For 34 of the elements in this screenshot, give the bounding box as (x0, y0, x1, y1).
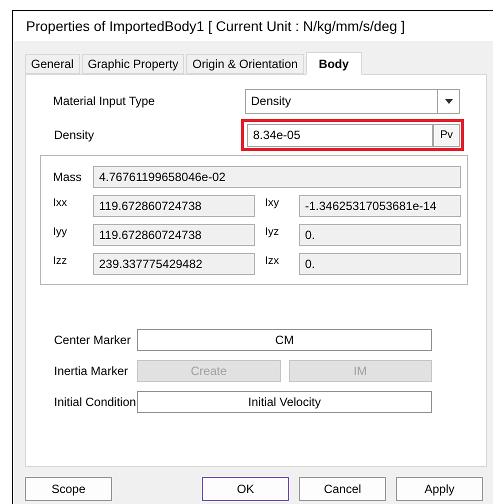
density-field[interactable]: 8.34e-05 (247, 124, 433, 146)
field-label: Material Input Type (52, 93, 156, 110)
read-only-field: 4.76761199658046e-02 (93, 166, 461, 188)
dialog-button[interactable]: Scope (25, 477, 112, 501)
dropdown-arrow-icon (444, 98, 452, 104)
tab[interactable]: Body (306, 52, 362, 75)
field-label: Density (53, 127, 96, 144)
field-label: Ixy (264, 196, 280, 211)
dialog-button[interactable]: Apply (396, 477, 483, 501)
field-label: Iyy (53, 225, 68, 240)
field-label: Ixx (53, 196, 68, 211)
read-only-field: 119.672860724738 (93, 224, 255, 246)
window-title: Properties of ImportedBody1 [ Current Unit : N/kg/mm/s/deg ] (26, 16, 405, 36)
read-only-field: 0. (299, 253, 461, 275)
dialog-button[interactable]: OK (202, 477, 289, 501)
read-only-field: -1.34625317053681e-14 (299, 195, 461, 217)
tab[interactable]: General (25, 54, 80, 74)
field-label: Inertia Marker (53, 363, 130, 380)
field-label: Izz (53, 254, 68, 269)
tab[interactable]: Origin & Orientation (186, 54, 304, 74)
field-label: Izx (264, 254, 280, 269)
read-only-field: 119.672860724738 (93, 195, 255, 217)
dropdown[interactable]: Density (245, 88, 460, 114)
field-label: Mass (53, 169, 83, 186)
marker-button[interactable]: Initial Velocity (137, 391, 432, 413)
pv-button[interactable]: Pv (433, 124, 460, 146)
dialog-button[interactable]: Cancel (299, 477, 386, 501)
marker-button[interactable]: CM (137, 329, 432, 351)
field-label: Iyz (264, 225, 280, 240)
field-label: Center Marker (53, 332, 132, 349)
read-only-field: 239.337775429482 (93, 253, 255, 275)
field-label: Initial Condition (53, 394, 137, 411)
read-only-field: 0. (299, 224, 461, 246)
tab[interactable]: Graphic Property (82, 54, 184, 74)
